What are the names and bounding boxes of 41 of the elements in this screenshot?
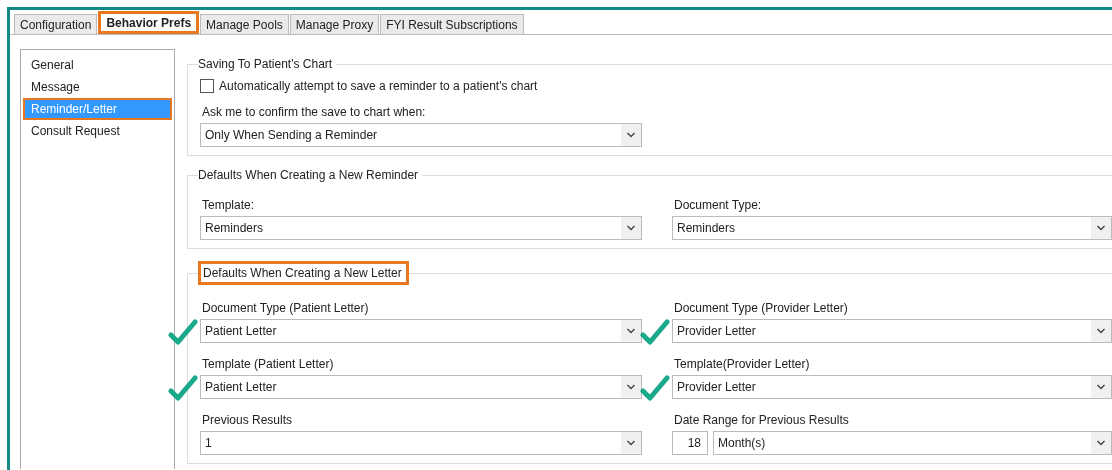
dropdown[interactable]: Provider Letter xyxy=(672,375,1112,399)
field-label: Previous Results xyxy=(202,413,294,427)
chevron-icon xyxy=(621,217,641,239)
sidebar-item[interactable]: General xyxy=(23,54,172,76)
dropdown[interactable]: Only When Sending a Reminder xyxy=(200,123,642,147)
checkbox-label: Automatically attempt to save a reminder to a patient's chart xyxy=(219,79,538,93)
dropdown[interactable]: Reminders xyxy=(200,216,642,240)
tab[interactable]: Configuration xyxy=(14,14,98,34)
chevron-icon xyxy=(621,432,641,454)
dropdown[interactable]: Provider Letter xyxy=(672,319,1112,343)
tab[interactable]: FYI Result Subscriptions xyxy=(380,14,524,34)
checkbox[interactable] xyxy=(200,79,214,93)
tab[interactable]: Manage Proxy xyxy=(289,14,380,34)
sidebar-item[interactable]: Consult Request xyxy=(23,120,172,142)
chevron-icon xyxy=(621,376,641,398)
number-field[interactable]: 18 xyxy=(672,431,708,455)
chevron-icon xyxy=(1091,320,1111,342)
chevron-icon xyxy=(1091,376,1111,398)
field-label: Document Type (Provider Letter) xyxy=(674,301,849,315)
group-title: Saving To Patient's Chart xyxy=(198,57,334,71)
group-title: Defaults When Creating a New Reminder xyxy=(198,168,420,182)
chevron-icon xyxy=(1091,217,1111,239)
tab[interactable]: Behavior Prefs xyxy=(98,11,200,34)
group-title: Defaults When Creating a New Letter xyxy=(198,261,409,285)
sidebar-item[interactable]: Message xyxy=(23,76,172,98)
field-label: Document Type (Patient Letter) xyxy=(202,301,370,315)
dropdown[interactable]: 1 xyxy=(200,431,642,455)
dropdown[interactable]: Reminders xyxy=(672,216,1112,240)
field-label: Date Range for Previous Results xyxy=(674,413,850,427)
dropdown[interactable]: Patient Letter xyxy=(200,375,642,399)
chevron-icon xyxy=(1091,432,1111,454)
field-label: Template (Patient Letter) xyxy=(202,357,335,371)
chevron-icon xyxy=(621,320,641,342)
field-label: Ask me to confirm the save to chart when: xyxy=(202,105,427,119)
dropdown[interactable]: Month(s) xyxy=(713,431,1112,455)
dropdown[interactable]: Patient Letter xyxy=(200,319,642,343)
field-label: Document Type: xyxy=(674,198,763,212)
field-label: Template: xyxy=(202,198,256,212)
field-label: Template(Provider Letter) xyxy=(674,357,811,371)
tab[interactable]: Manage Pools xyxy=(200,14,289,34)
chevron-icon xyxy=(621,124,641,146)
